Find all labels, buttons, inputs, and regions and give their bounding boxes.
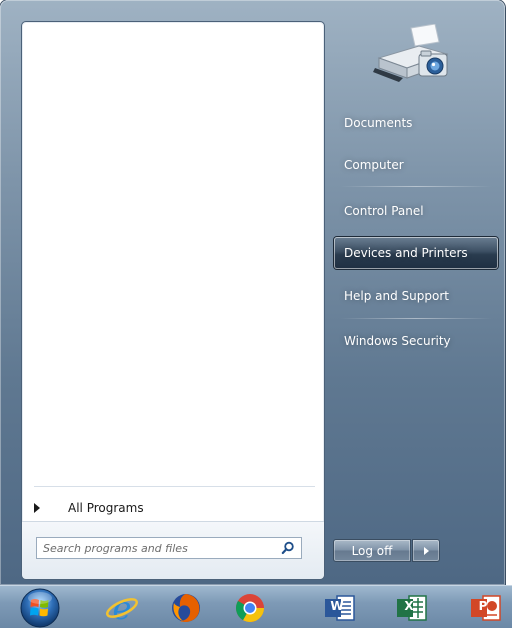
right-item-label: Windows Security [344,334,451,348]
left-pane-divider [34,486,315,487]
right-item-help-and-support[interactable]: Help and Support [334,280,498,312]
right-item-devices-and-printers[interactable]: Devices and Printers [334,237,498,269]
screen: All Programs Search programs and files D… [0,0,512,628]
search-input[interactable] [37,539,279,557]
right-item-label: Control Panel [344,204,424,218]
right-item-label: Devices and Printers [344,246,468,260]
excel-letter: X [404,599,414,613]
excel-icon[interactable]: X [392,590,432,626]
right-item-label: Help and Support [344,289,449,303]
right-item-documents[interactable]: Documents [334,107,498,139]
word-letter: W [330,599,344,613]
right-item-control-panel[interactable]: Control Panel [334,195,498,227]
search-icon[interactable] [279,539,297,557]
printer-camera-icon [373,23,453,86]
start-menu-left-pane: All Programs [21,21,325,580]
firefox-icon[interactable] [166,590,206,626]
svg-text:e: e [113,591,132,625]
all-programs-label: All Programs [68,501,144,515]
windows-start-orb-icon[interactable] [18,586,62,628]
taskbar: e W X P [0,585,512,628]
chevron-right-icon [423,546,429,555]
word-icon[interactable]: W [320,590,360,626]
right-item-label: Documents [344,116,413,130]
right-item-windows-security[interactable]: Windows Security [334,325,498,357]
internet-explorer-icon[interactable]: e [102,590,142,626]
search-box[interactable] [36,537,302,559]
powerpoint-icon[interactable]: P [466,590,506,626]
start-menu: All Programs Search programs and files D… [0,0,505,585]
chrome-icon[interactable] [230,590,270,626]
right-pane-divider [340,318,492,319]
all-programs-button[interactable]: All Programs [34,496,284,520]
shutdown-options-button[interactable] [412,539,440,562]
search-area [22,521,324,579]
all-programs-arrow-icon [34,503,40,513]
right-pane-divider [340,186,492,187]
powerpoint-letter: P [478,599,488,613]
right-item-computer[interactable]: Computer [334,149,498,181]
log-off-button[interactable]: Log off [333,539,411,562]
log-off-group: Log off [333,539,440,562]
right-item-label: Computer [344,158,404,172]
